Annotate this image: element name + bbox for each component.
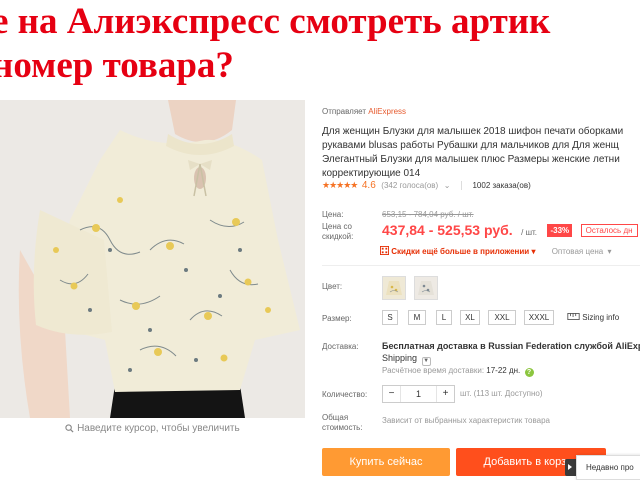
zoom-hint: Наведите курсор, чтобы увеличить: [0, 418, 305, 440]
shipping-label: Доставка:: [322, 342, 359, 351]
headline: е на Алиэкспресс смотреть артик номер то…: [0, 0, 640, 100]
seller-prefix: Отправляет: [322, 107, 367, 116]
discount-price-label: Цена со скидкой:: [322, 222, 354, 241]
product-title: Для женщин Блузки для малышек 2018 шифон…: [322, 125, 640, 181]
chevron-down-icon[interactable]: ▼: [421, 357, 431, 366]
delivery-days: 17-22 дн.: [486, 366, 521, 375]
color-label: Цвет:: [322, 282, 343, 291]
size-option-xxl[interactable]: XXL: [488, 310, 516, 325]
price-label: Цена:: [322, 210, 344, 219]
shipping-service-name: Shipping: [382, 353, 418, 363]
total-label: Общая стоимость:: [322, 413, 363, 432]
product-photo-graphic: [0, 100, 305, 418]
delivery-time: Расчётное время доставки: 17-22 дн. ?: [382, 366, 534, 377]
headline-line-2: номер товара?: [0, 45, 234, 86]
shipping-method: Бесплатная доставка в Russian Federation…: [382, 341, 640, 351]
size-option-xl[interactable]: XL: [460, 310, 480, 325]
divider: [322, 265, 640, 266]
product-title-line: корректирующие 014: [322, 168, 421, 179]
quantity-label: Количество:: [322, 390, 368, 399]
sizing-info-link[interactable]: Sizing info: [567, 313, 619, 322]
recently-viewed-label: Недавно про: [586, 463, 634, 472]
discount-badge: -33%: [547, 224, 573, 237]
size-option-m[interactable]: M: [408, 310, 426, 325]
app-discount-link[interactable]: Скидки ещё больше в приложении: [391, 247, 529, 256]
current-price: 437,84 - 525,53 руб. / шт. -33% Осталось…: [382, 222, 638, 240]
rating-value: 4.6: [361, 180, 376, 191]
app-discount-row: Скидки ещё больше в приложении ▾ Оптовая…: [380, 246, 612, 256]
help-icon[interactable]: ?: [524, 368, 534, 377]
blouse-thumbnail-icon: [415, 277, 437, 299]
color-option-thumb[interactable]: [382, 276, 406, 300]
zoom-hint-text: Наведите курсор, чтобы увеличить: [77, 423, 240, 434]
size-option-l[interactable]: L: [436, 310, 452, 325]
size-label: Размер:: [322, 314, 352, 323]
seller-line: Отправляет AliExpress: [322, 107, 406, 116]
chevron-down-icon[interactable]: ▾: [608, 247, 612, 256]
total-note: Зависит от выбранных характеристик товар…: [382, 416, 550, 425]
delivery-time-label: Расчётное время доставки:: [382, 366, 485, 375]
remaining-days-badge: Осталось дн: [580, 224, 638, 237]
seller-name-link[interactable]: AliExpress: [368, 107, 406, 116]
current-price-value: 437,84 - 525,53 руб.: [382, 222, 513, 238]
quantity-input[interactable]: 1: [401, 386, 436, 402]
play-arrow-icon[interactable]: [565, 459, 576, 476]
size-option-s[interactable]: S: [382, 310, 398, 325]
wholesale-price-link[interactable]: Оптовая цена: [552, 247, 604, 256]
magnifier-icon: [65, 424, 74, 433]
shipping-method-tail[interactable]: Shipping ▼: [382, 353, 431, 366]
product-title-line: Для женщин Блузки для малышек 2018 шифон…: [322, 126, 624, 137]
qr-code-icon: [380, 246, 389, 255]
orders-count: 1002 заказа(ов): [472, 181, 531, 190]
old-price: 653,15 - 784,04 руб. / шт.: [382, 210, 474, 219]
rating-stars-icon: ★★★★★: [322, 180, 358, 190]
blouse-thumbnail-icon: [383, 277, 405, 299]
quantity-stepper: − 1 +: [382, 385, 455, 403]
recently-viewed-panel[interactable]: Недавно про: [576, 455, 640, 480]
chevron-down-icon[interactable]: ⌄: [444, 181, 451, 190]
product-title-line: рукавами blusas работы Рубашки для мальч…: [322, 140, 619, 151]
separator: [460, 181, 462, 191]
quantity-increase-button[interactable]: +: [436, 386, 454, 402]
product-image[interactable]: [0, 100, 305, 418]
chevron-down-icon[interactable]: ▾: [531, 247, 535, 256]
ruler-icon: [567, 313, 580, 320]
price-unit: / шт.: [521, 228, 537, 237]
size-option-xxxl[interactable]: XXXL: [524, 310, 554, 325]
rating-row: ★★★★★ 4.6 (342 голоса(ов) ⌄ 1002 заказа(…: [322, 180, 531, 191]
shipping-method-text: Бесплатная доставка в Russian Federation…: [382, 341, 640, 351]
sizing-info-text: Sizing info: [582, 313, 620, 322]
rating-votes-link[interactable]: (342 голоса(ов): [381, 181, 438, 190]
quantity-decrease-button[interactable]: −: [383, 386, 401, 402]
color-option-thumb[interactable]: [414, 276, 438, 300]
product-title-line: Элегантный Блузки для малышек плюс Разме…: [322, 154, 620, 165]
buy-now-button[interactable]: Купить сейчас: [322, 448, 450, 476]
quantity-available: шт. (113 шт. Доступно): [460, 389, 543, 398]
headline-line-1: е на Алиэкспресс смотреть артик: [0, 1, 551, 42]
